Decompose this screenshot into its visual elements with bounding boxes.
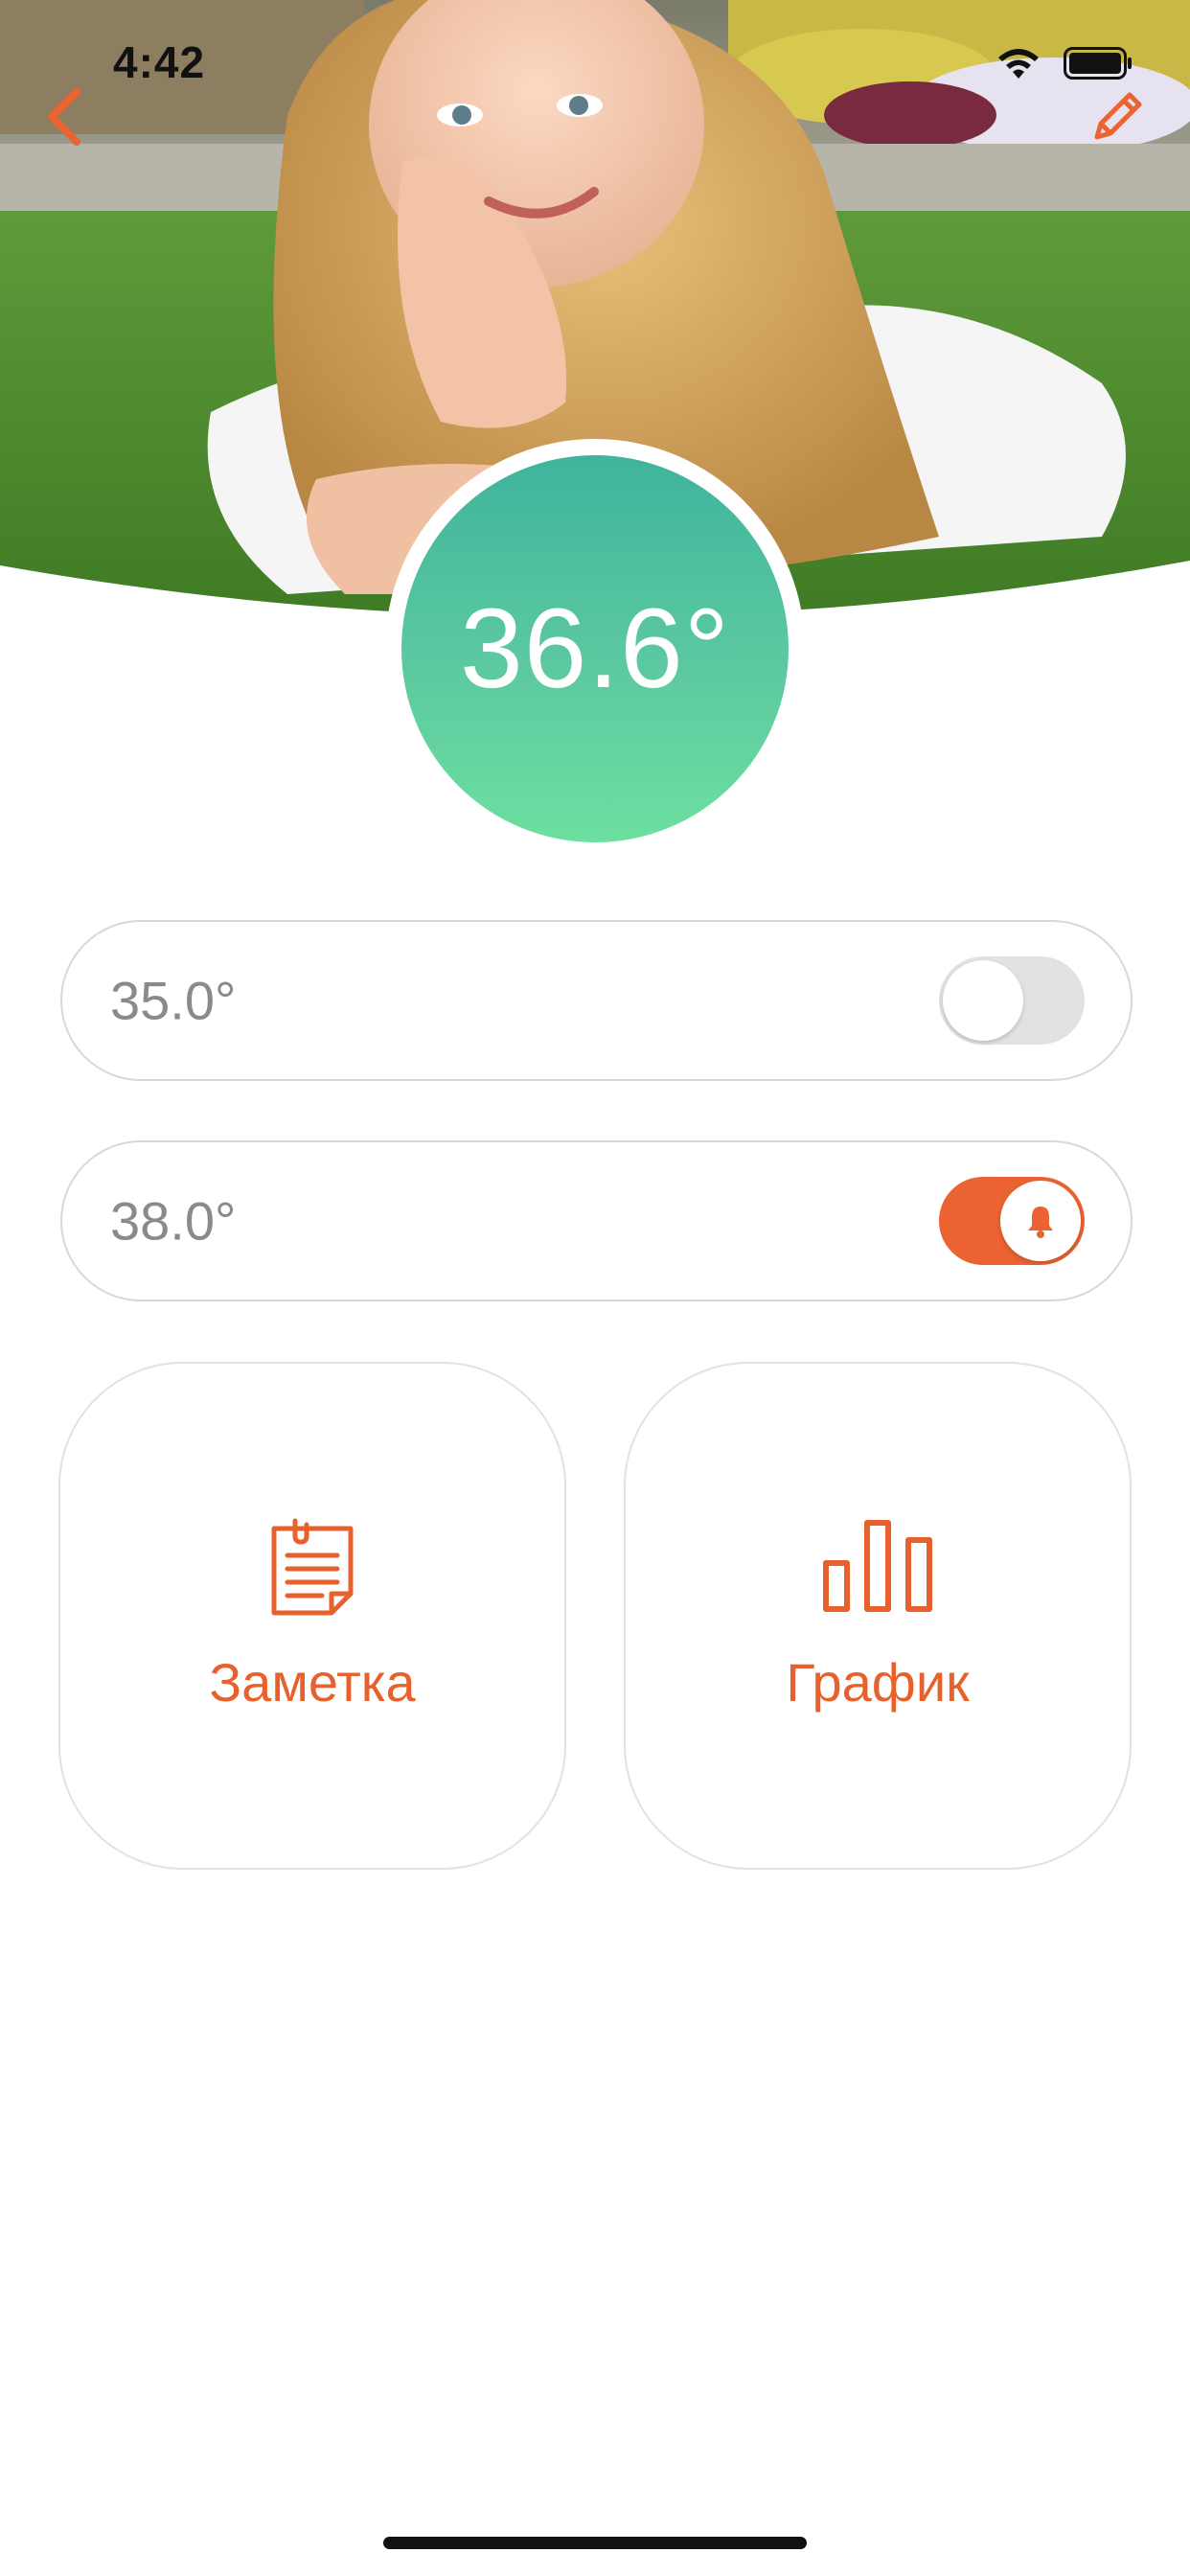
note-card[interactable]: Заметка xyxy=(58,1362,566,1870)
chart-label: График xyxy=(786,1652,970,1713)
note-label: Заметка xyxy=(209,1652,416,1713)
bar-chart-icon xyxy=(822,1517,933,1618)
status-time: 4:42 xyxy=(113,37,206,87)
temperature-indicator: 36.6° xyxy=(385,439,805,859)
battery-icon xyxy=(1064,47,1132,80)
toggle-knob xyxy=(943,960,1023,1041)
low-threshold-row[interactable]: 35.0° xyxy=(60,920,1133,1081)
clipboard-note-icon xyxy=(268,1517,356,1622)
low-threshold-toggle[interactable] xyxy=(939,956,1085,1045)
temperature-screen: 4:42 36.6° 35.0° 38.0° Заметка График xyxy=(0,0,1190,2576)
back-button[interactable] xyxy=(34,79,92,155)
high-threshold-toggle[interactable] xyxy=(939,1177,1085,1265)
chevron-left-icon xyxy=(48,88,80,146)
wifi-icon xyxy=(998,49,1039,79)
high-threshold-row[interactable]: 38.0° xyxy=(60,1140,1133,1301)
toggle-knob xyxy=(1000,1181,1081,1261)
bell-icon xyxy=(1028,1207,1053,1238)
home-indicator[interactable] xyxy=(383,2537,807,2549)
chart-card[interactable]: График xyxy=(624,1362,1132,1870)
temperature-circle: 36.6° xyxy=(401,455,789,842)
edit-button[interactable] xyxy=(1085,82,1152,150)
low-threshold-value: 35.0° xyxy=(110,970,237,1031)
status-icons xyxy=(995,44,1133,82)
current-temperature: 36.6° xyxy=(460,586,730,712)
high-threshold-value: 38.0° xyxy=(110,1190,237,1252)
pencil-icon xyxy=(1094,92,1142,140)
